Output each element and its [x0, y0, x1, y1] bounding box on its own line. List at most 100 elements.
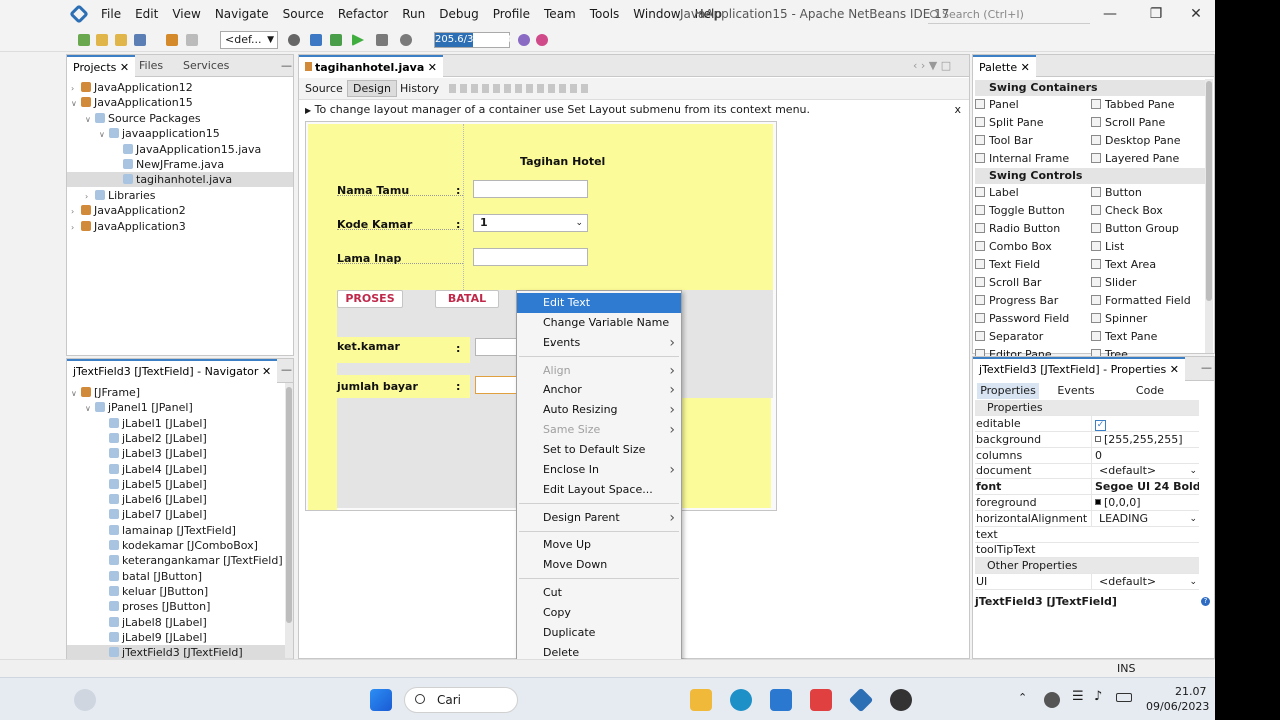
close-window-icon[interactable]: ✕	[1186, 4, 1206, 24]
context-menu-item[interactable]: Enclose In ›	[517, 460, 681, 480]
new-file-icon[interactable]	[96, 34, 108, 46]
context-menu-item[interactable]: Change Variable Name ...	[517, 313, 681, 349]
context-menu-item[interactable]: Cut	[517, 583, 681, 603]
tree-item[interactable]: jLabel3 [JLabel]	[99, 446, 207, 461]
tray-app-icon[interactable]	[1044, 692, 1060, 708]
kode-kamar-combo[interactable]: 1 ⌄	[473, 214, 588, 232]
tab-tagihanhotel[interactable]: tagihanhotel.java ✕	[299, 55, 443, 77]
palette-item[interactable]: Text Pane	[1091, 329, 1157, 345]
context-menu-item[interactable]: Design Parent ›	[517, 508, 681, 528]
context-menu-item[interactable]: Set to Default Size	[517, 440, 681, 460]
new-project-icon[interactable]	[78, 34, 90, 46]
hint-close-button[interactable]: x	[954, 101, 961, 119]
palette-item[interactable]: Panel	[975, 97, 1019, 113]
tab-events[interactable]: Events	[1045, 383, 1107, 399]
property-row[interactable]: horizontalAlignment LEADING ⌄	[975, 510, 1199, 527]
palette-item[interactable]: Progress Bar	[975, 293, 1058, 309]
context-menu-item[interactable]: Duplicate	[517, 623, 681, 643]
tree-item[interactable]: jLabel2 [JLabel]	[99, 431, 207, 446]
chevron-down-icon[interactable]: ∨	[85, 112, 95, 127]
edge-icon[interactable]	[730, 689, 752, 711]
tree-item[interactable]: › JavaApplication12	[71, 80, 193, 95]
clock-time[interactable]: 21.07	[1175, 685, 1207, 698]
tree-item[interactable]: keluar [JButton]	[99, 584, 208, 599]
tree-item[interactable]: ∨ jPanel1 [JPanel]	[85, 400, 193, 415]
tree-item[interactable]: lamainap [JTextField]	[99, 523, 236, 538]
property-section[interactable]: Properties	[975, 400, 1199, 416]
property-value[interactable]: [0,0,0]	[1091, 495, 1199, 511]
tree-item[interactable]: batal [JButton]	[99, 569, 202, 584]
tree-item[interactable]: proses [JButton]	[99, 599, 210, 614]
menu-file[interactable]: File	[94, 0, 128, 28]
close-icon[interactable]: ✕	[262, 365, 271, 378]
palette-item[interactable]: Spinner	[1091, 311, 1147, 327]
netbeans-task-icon[interactable]	[848, 687, 874, 713]
palette-item[interactable]: Password Field	[975, 311, 1069, 327]
palette-item[interactable]: Toggle Button	[975, 203, 1065, 219]
proses-button[interactable]: PROSES	[337, 290, 403, 308]
minimize-panel-icon[interactable]: —	[275, 359, 298, 381]
close-icon[interactable]: ✕	[120, 61, 129, 74]
property-row[interactable]: text	[975, 527, 1199, 543]
store-icon[interactable]	[770, 689, 792, 711]
tree-item[interactable]: jLabel6 [JLabel]	[99, 492, 207, 507]
palette-item[interactable]: Scroll Pane	[1091, 115, 1165, 131]
chevron-down-icon[interactable]: ⌄	[1189, 574, 1197, 590]
ket-kamar-field[interactable]	[475, 338, 517, 356]
windows-start-icon[interactable]	[370, 689, 392, 711]
palette-item[interactable]: Text Field	[975, 257, 1040, 273]
palette-item[interactable]: Split Pane	[975, 115, 1044, 131]
scrollbar-thumb[interactable]	[286, 387, 292, 623]
tree-item[interactable]: ∨ Source Packages	[85, 111, 201, 126]
checkbox-checked-icon[interactable]: ✓	[1095, 420, 1106, 431]
tree-item[interactable]: jLabel9 [JLabel]	[99, 630, 207, 645]
palette-category[interactable]: Swing Containers	[975, 80, 1207, 96]
scrollbar-thumb[interactable]	[1206, 81, 1212, 301]
palette-item[interactable]: Label	[975, 185, 1019, 201]
clean-build-icon[interactable]	[330, 34, 342, 46]
minimize-panel-icon[interactable]: —	[1195, 357, 1215, 379]
property-row[interactable]: toolTipText	[975, 542, 1199, 559]
undo-icon[interactable]	[166, 34, 178, 46]
chevron-down-icon[interactable]: ∨	[99, 127, 109, 142]
configuration-select[interactable]: <def... ▼	[220, 31, 278, 49]
menu-edit[interactable]: Edit	[128, 0, 165, 28]
context-menu-item[interactable]: Edit Layout Space...	[517, 480, 681, 500]
palette-item[interactable]: Internal Frame	[975, 151, 1069, 167]
build-icon[interactable]	[310, 34, 322, 46]
tree-item[interactable]: NewJFrame.java	[113, 157, 224, 172]
tab-projects[interactable]: Projects ✕	[67, 55, 136, 77]
property-row[interactable]: columns 0	[975, 447, 1199, 464]
close-icon[interactable]: ✕	[1170, 363, 1179, 376]
jumlah-bayar-field[interactable]	[475, 376, 517, 394]
palette-scrollbar[interactable]	[1205, 79, 1213, 353]
tab-services[interactable]: Services	[177, 55, 235, 77]
tree-item[interactable]: › Libraries	[85, 188, 156, 203]
context-menu-item[interactable]: Events ›	[517, 333, 681, 353]
menu-team[interactable]: Team	[537, 0, 583, 28]
chevron-down-icon[interactable]: ⌄	[1189, 511, 1197, 527]
property-value[interactable]: 0	[1091, 447, 1199, 464]
tab-navigator[interactable]: jTextField3 [JTextField] - Navigator ✕	[67, 359, 278, 383]
minimize-icon[interactable]: —	[1100, 4, 1120, 24]
tree-item[interactable]: jLabel8 [JLabel]	[99, 615, 207, 630]
tab-code[interactable]: Code	[1115, 383, 1185, 399]
palette-item[interactable]: Desktop Pane	[1091, 133, 1180, 149]
palette-item[interactable]: Separator	[975, 329, 1043, 345]
battery-icon[interactable]	[1116, 693, 1132, 702]
clock-date[interactable]: 09/06/2023	[1146, 700, 1209, 713]
close-icon[interactable]: ✕	[1021, 61, 1030, 74]
property-row[interactable]: editable ✓	[975, 416, 1199, 432]
tree-item[interactable]: tagihanhotel.java	[67, 172, 293, 188]
menu-navigate[interactable]: Navigate	[208, 0, 276, 28]
tree-item[interactable]: › JavaApplication2	[71, 203, 186, 218]
menu-profile[interactable]: Profile	[486, 0, 537, 28]
property-value[interactable]: Segoe UI 24 Bold	[1091, 479, 1199, 496]
palette-item[interactable]: Text Area	[1091, 257, 1156, 273]
property-value[interactable]: ✓	[1091, 416, 1199, 432]
menu-refactor[interactable]: Refactor	[331, 0, 395, 28]
tree-item[interactable]: ∨ javaapplication15	[99, 126, 220, 141]
view-history-button[interactable]: History	[400, 82, 439, 95]
wifi-icon[interactable]: ☰	[1072, 689, 1084, 704]
tree-item[interactable]: kodekamar [JComboBox]	[99, 538, 258, 553]
